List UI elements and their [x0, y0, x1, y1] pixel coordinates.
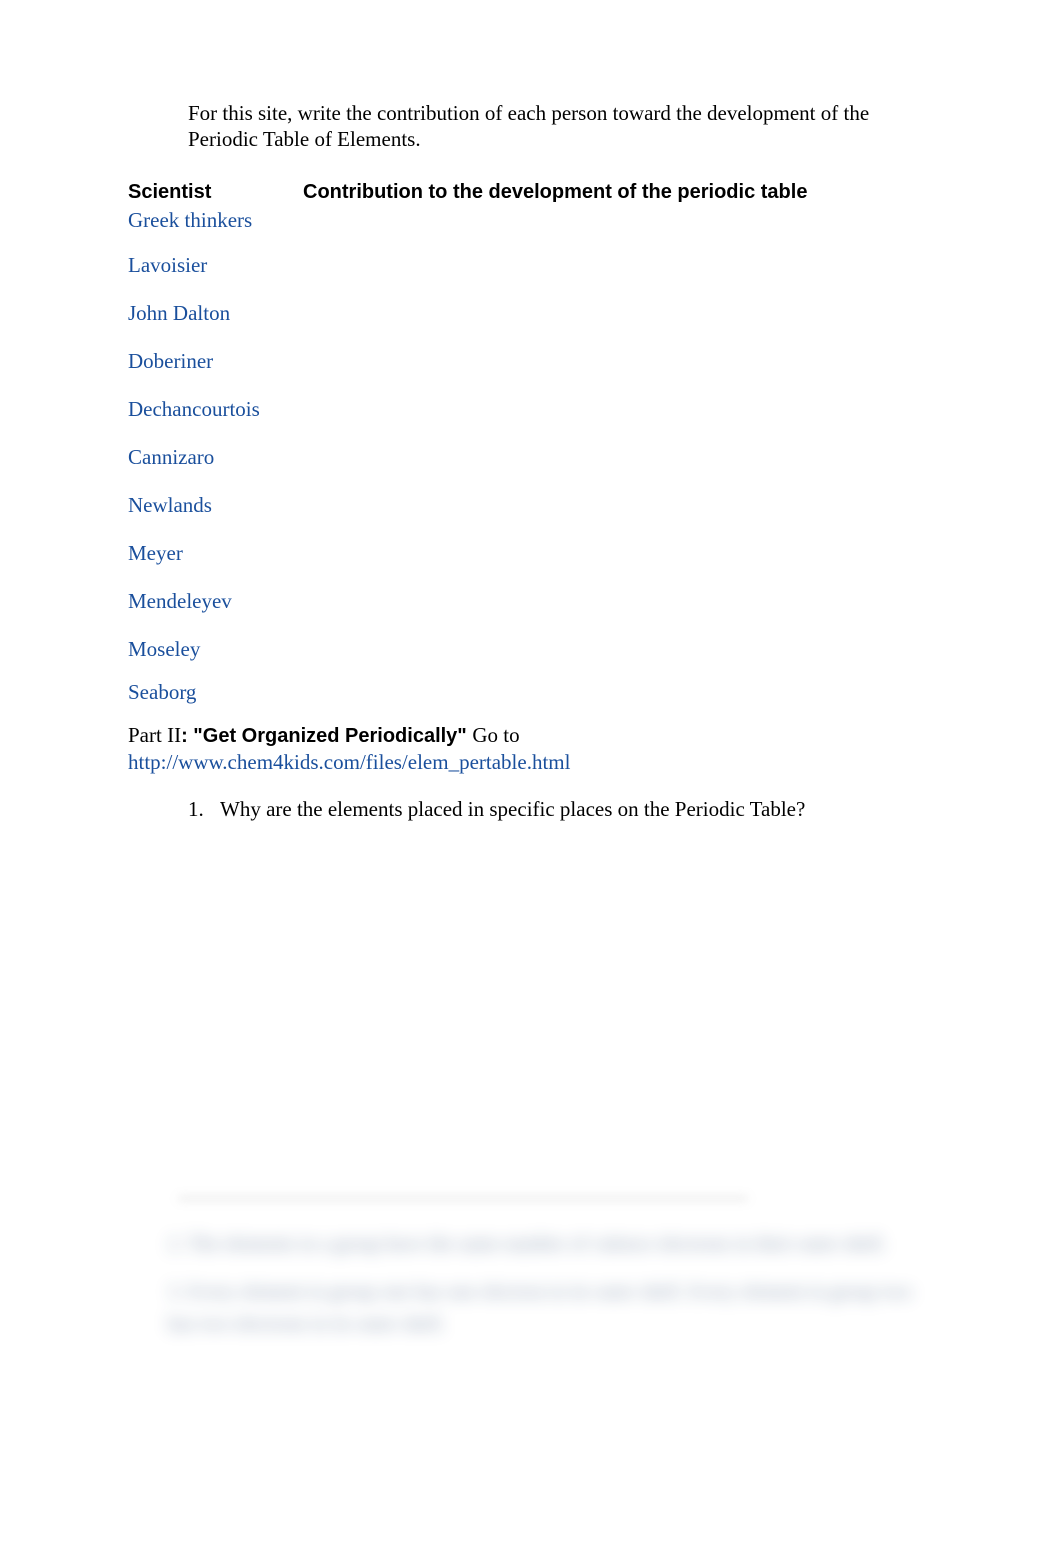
blurred-content: 2. The elements in a group have the same…: [128, 1197, 934, 1356]
header-contribution: Contribution to the development of the p…: [303, 181, 807, 204]
scientist-item[interactable]: Moseley: [128, 637, 934, 662]
scientist-item[interactable]: Dechancourtois: [128, 397, 934, 422]
scientist-item[interactable]: John Dalton: [128, 301, 934, 326]
question-list: 1. Why are the elements placed in specif…: [188, 797, 934, 822]
part2-heading: Part II: "Get Organized Periodically" Go…: [128, 723, 934, 748]
scientist-item[interactable]: Meyer: [128, 541, 934, 566]
blurred-question: 2. The elements in a group have the same…: [168, 1228, 934, 1260]
scientist-item[interactable]: Seaborg: [128, 680, 934, 705]
part2-title: : "Get Organized Periodically": [181, 725, 472, 747]
scientist-item[interactable]: Newlands: [128, 493, 934, 518]
blurred-divider: [178, 1197, 748, 1200]
table-header: Scientist Contribution to the developmen…: [128, 181, 934, 204]
question-text: Why are the elements placed in specific …: [220, 797, 805, 822]
question-item: 1. Why are the elements placed in specif…: [188, 797, 934, 822]
scientist-item[interactable]: Mendeleyev: [128, 589, 934, 614]
header-scientist: Scientist: [128, 181, 303, 204]
scientist-item[interactable]: Lavoisier: [128, 253, 934, 278]
scientist-item[interactable]: Cannizaro: [128, 445, 934, 470]
scientist-item[interactable]: Greek thinkers: [128, 208, 934, 233]
part2-label: Part II: [128, 723, 181, 747]
scientist-list: Greek thinkers Lavoisier John Dalton Dob…: [128, 208, 934, 723]
scientist-item[interactable]: Doberiner: [128, 349, 934, 374]
blurred-question: 3. Every element in group one has one el…: [168, 1276, 934, 1340]
intro-paragraph: For this site, write the contribution of…: [188, 100, 934, 153]
part2-link[interactable]: http://www.chem4kids.com/files/elem_pert…: [128, 750, 934, 775]
question-number: 1.: [188, 797, 220, 822]
part2-goto: Go to: [472, 723, 519, 747]
